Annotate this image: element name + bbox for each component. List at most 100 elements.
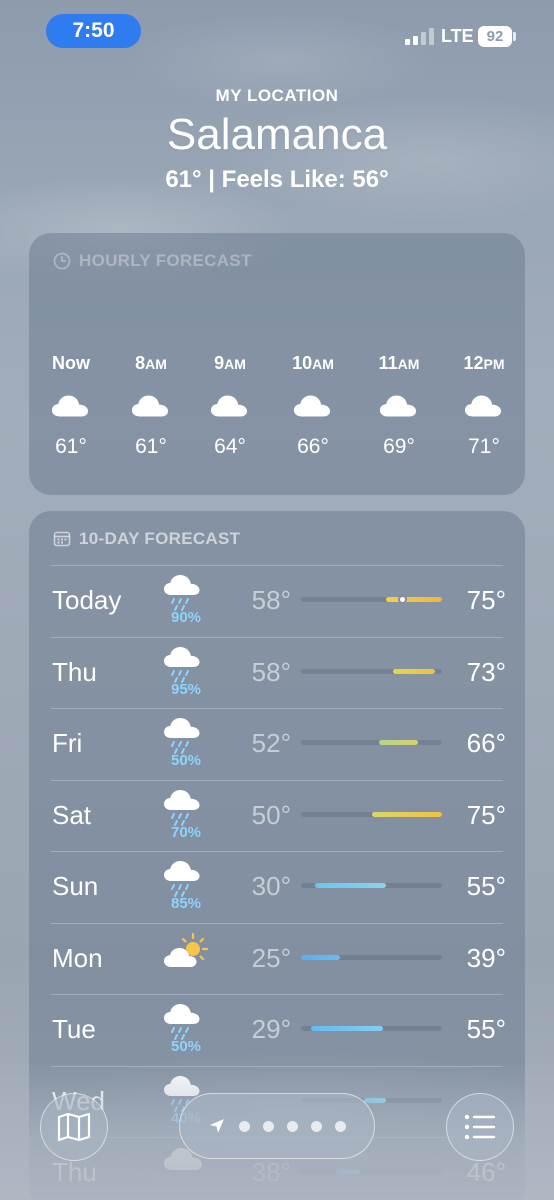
hour-temp: 61° (55, 435, 87, 458)
high-temp: 39° (466, 942, 506, 973)
temp-range-bar (301, 811, 442, 817)
temp-range-fill (378, 740, 419, 745)
daily-row[interactable]: Tue 50% 29° 55° (29, 994, 525, 1066)
page-dot[interactable] (263, 1120, 274, 1132)
daily-row[interactable]: Sun 85% 30° 55° (29, 851, 525, 923)
cloud-icon (464, 395, 502, 417)
day-name: Mon (52, 942, 103, 973)
temp-range-bar (301, 668, 442, 674)
signal-icon (405, 27, 435, 45)
hour-column: 11AM 69° (359, 353, 439, 459)
hour-label: 12PM (463, 353, 505, 373)
daily-row[interactable]: Thu 95% 58° 73° (29, 636, 525, 709)
hour-column: 10AM 66° (273, 353, 353, 459)
low-temp: 25° (251, 942, 291, 973)
partly-sunny-icon (164, 932, 209, 967)
low-temp: 58° (251, 656, 291, 687)
cloud-rain-icon (164, 1004, 200, 1040)
temp-range-bar (301, 883, 442, 888)
daily-header: 10-DAY FORECAST (53, 528, 240, 550)
row-divider (51, 994, 503, 995)
hour-icon-wrap (111, 375, 191, 435)
hour-temp: 64° (214, 435, 246, 458)
row-divider (51, 922, 503, 924)
hour-icon-wrap (444, 375, 524, 435)
hour-label: 9AM (214, 353, 246, 373)
day-name: Tue (52, 1014, 96, 1044)
current-summary: 61° | Feels Like: 56° (165, 166, 389, 193)
network-type: LTE (441, 26, 474, 46)
cloud-icon (379, 395, 417, 417)
map-icon (57, 1112, 91, 1142)
clock-icon (53, 252, 71, 270)
hourly-header: HOURLY FORECAST (53, 250, 252, 272)
temp-range-fill (371, 811, 442, 817)
temp-range-bar (301, 1026, 442, 1031)
daily-row[interactable]: Sat 70% 50° 75° (29, 779, 525, 852)
cloud-icon (131, 395, 169, 417)
cloud-icon (210, 395, 248, 417)
temp-range-bar (301, 740, 442, 745)
day-icon-wrap (163, 931, 209, 977)
row-divider (51, 565, 503, 566)
location-pager[interactable] (179, 1093, 375, 1159)
location-label: MY LOCATION (215, 86, 339, 105)
low-temp: 52° (251, 728, 291, 758)
low-temp: 30° (251, 871, 291, 901)
high-temp: 55° (466, 871, 506, 901)
cloud-icon (293, 395, 331, 417)
cloud-rain-icon (164, 646, 200, 683)
precip-chance: 85% (170, 895, 202, 912)
battery-icon: 92 (478, 26, 512, 47)
temp-range-fill (392, 668, 435, 674)
hour-column: 9AM 64° (190, 353, 270, 459)
daily-row[interactable]: Mon 25° 39° (29, 922, 525, 995)
day-name: Fri (52, 728, 83, 758)
high-temp: 66° (466, 728, 506, 758)
high-temp: 75° (466, 585, 506, 615)
precip-chance: 70% (170, 823, 202, 841)
hour-column: 8AM 61° (111, 353, 191, 459)
cloud-rain-icon (164, 575, 200, 611)
row-divider (51, 851, 503, 852)
hour-label: 11AM (378, 353, 420, 373)
hour-temp: 71° (468, 435, 500, 458)
page-dot[interactable] (239, 1120, 250, 1132)
page-dot[interactable] (287, 1120, 298, 1132)
low-temp: 58° (251, 585, 291, 615)
page-dot[interactable] (335, 1120, 346, 1132)
calendar-icon (53, 531, 71, 547)
temp-range-bar (301, 954, 442, 960)
battery-tip (513, 32, 516, 41)
temp-range-fill (315, 883, 386, 888)
map-button[interactable] (40, 1093, 108, 1161)
high-temp: 75° (466, 799, 506, 830)
status-time[interactable]: 7:50 (46, 14, 141, 48)
daily-row[interactable]: Fri 50% 52° 66° (29, 708, 525, 780)
day-name: Sat (52, 799, 92, 830)
list-icon (464, 1114, 496, 1140)
day-name: Sun (52, 871, 99, 901)
precip-chance: 50% (170, 1038, 202, 1055)
hour-temp: 61° (135, 435, 167, 458)
hourly-title: HOURLY FORECAST (79, 251, 252, 270)
row-divider (51, 708, 503, 709)
low-temp: 29° (251, 1014, 291, 1044)
page-dot[interactable] (311, 1120, 322, 1132)
hour-icon-wrap (359, 375, 439, 435)
cloud-rain-icon (164, 718, 200, 754)
hour-label: Now (52, 353, 90, 373)
temp-range-bar (301, 595, 442, 604)
hour-label: 8AM (135, 353, 167, 373)
cloud-icon (51, 395, 89, 417)
hour-icon-wrap (273, 375, 353, 435)
locations-list-button[interactable] (446, 1093, 514, 1161)
high-temp: 73° (466, 656, 506, 687)
daily-row[interactable]: Today 90% 58° 75° (29, 565, 525, 637)
row-divider (51, 636, 503, 638)
hourly-forecast-card[interactable]: HOURLY FORECAST Now 61° 8AM 61° 9AM 64° 10AM 66… (29, 233, 525, 495)
hour-column: Now 61° (31, 353, 111, 459)
low-temp: 50° (251, 799, 291, 830)
precip-chance: 90% (170, 609, 202, 626)
location-arrow-icon (210, 1119, 224, 1133)
